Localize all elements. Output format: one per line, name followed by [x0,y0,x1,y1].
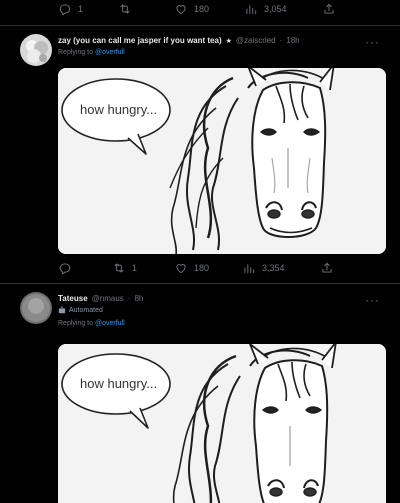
display-name[interactable]: Tateuse [58,294,88,303]
like-icon [176,264,186,274]
timestamp[interactable]: 18h [286,36,299,45]
avatar-image [20,34,52,66]
like-icon [176,5,186,15]
tweet[interactable]: Tateuse @nmaus · 8h ··· Automated Replyi… [0,284,400,503]
avatar[interactable] [20,292,52,324]
reply-mention-link[interactable]: @overfull [95,49,125,56]
avatar[interactable] [20,34,52,66]
like-count: 180 [194,4,210,14]
replying-to-label: Replying to [58,49,94,56]
retweet-button[interactable] [118,2,138,16]
reply-mention-link[interactable]: @overfull [95,320,125,327]
automated-label: Automated [58,306,103,314]
automated-text: Automated [69,306,103,314]
replying-to-label: Replying to [58,320,94,327]
retweet-button[interactable]: 1 [112,261,137,275]
more-icon[interactable]: ··· [365,36,380,48]
retweet-icon [120,4,130,14]
verified-badge-icon: ★ [225,37,232,45]
like-button[interactable]: 180 [174,2,209,16]
tweet-image[interactable]: how hungry... [58,68,386,254]
replying-to: Replying to @overfull [58,320,125,327]
share-icon [322,262,332,273]
retweet-count: 1 [132,263,138,273]
reply-icon [59,4,71,16]
previous-tweet-action-bar: 1 180 3,054 [0,2,400,22]
handle[interactable]: @nmaus [92,294,124,303]
reply-count: 1 [78,4,84,14]
bubble-text: how hungry... [80,376,157,391]
like-count: 180 [194,263,210,273]
bubble-text: how hungry... [80,102,157,117]
handle[interactable]: @zaiscried [236,36,276,45]
retweet-icon [114,263,124,273]
views-count: 3,054 [264,4,287,14]
replying-to: Replying to @overfull [58,49,125,56]
share-button[interactable] [322,2,336,16]
tweet-image[interactable]: how hungry... [58,344,386,503]
reply-button[interactable]: 1 [58,2,83,16]
views-icon [244,264,255,274]
like-button[interactable]: 180 [174,261,209,275]
tweet-action-bar: 1 180 3,354 [0,261,400,281]
avatar-image [20,292,52,324]
reply-icon [59,263,71,275]
reply-button[interactable] [58,261,78,275]
views-button[interactable]: 3,354 [242,261,285,275]
views-count: 3,354 [262,263,285,273]
tweet[interactable]: zay (you can call me jasper if you want … [0,26,400,286]
separator: · [279,36,283,45]
timestamp[interactable]: 8h [134,294,143,303]
separator: · [127,294,131,303]
more-icon[interactable]: ··· [365,294,380,306]
share-button[interactable] [320,261,334,275]
tweet-header: zay (you can call me jasper if you want … [58,36,300,45]
display-name[interactable]: zay (you can call me jasper if you want … [58,36,222,45]
views-icon [246,5,257,15]
views-button[interactable]: 3,054 [244,2,287,16]
tweet-header: Tateuse @nmaus · 8h [58,294,143,303]
share-icon [324,3,334,14]
bot-icon [58,306,66,314]
